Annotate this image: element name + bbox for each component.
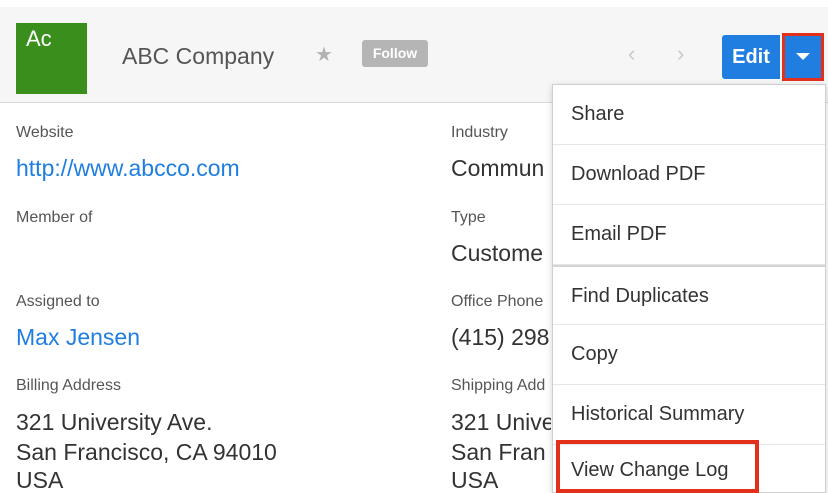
menu-item-copy[interactable]: Copy [553, 325, 825, 385]
caret-down-icon [796, 53, 810, 60]
menu-item-label: Email PDF [571, 223, 667, 245]
menu-item-label: Historical Summary [571, 403, 745, 425]
shipping-address-line: USA [451, 467, 499, 493]
billing-address-line: San Francisco, CA 94010 [16, 439, 277, 465]
actions-dropdown-menu: Share Download PDF Email PDF Find Duplic… [552, 84, 826, 493]
shipping-address-line: San Fran [451, 439, 546, 465]
industry-value: Commun [451, 155, 545, 181]
menu-item-label: Copy [571, 343, 618, 365]
chevron-right-icon[interactable]: › [677, 43, 684, 65]
shipping-address-label: Shipping Add [451, 377, 546, 394]
assigned-user-link[interactable]: Max Jensen [16, 324, 140, 351]
menu-item-download-pdf[interactable]: Download PDF [553, 145, 825, 205]
record-view: Ac ABC Company ★ Follow ‹ › Edit Website… [0, 0, 828, 493]
follow-button[interactable]: Follow [362, 40, 428, 67]
avatar: Ac [16, 23, 87, 94]
billing-address-line: USA [16, 467, 64, 493]
menu-item-label: Share [571, 103, 625, 125]
menu-item-historical-summary[interactable]: Historical Summary [553, 385, 825, 445]
actions-dropdown-button[interactable] [782, 33, 824, 81]
menu-item-share[interactable]: Share [553, 85, 825, 145]
office-phone-label: Office Phone [451, 293, 544, 310]
assigned-to-label: Assigned to [16, 293, 100, 310]
website-link[interactable]: http://www.abcco.com [16, 155, 240, 182]
billing-address-line: 321 University Ave. [16, 409, 213, 435]
menu-item-label: Download PDF [571, 163, 706, 185]
website-label: Website [16, 124, 74, 141]
chevron-left-icon[interactable]: ‹ [628, 43, 635, 65]
type-value: Custome [451, 240, 544, 266]
edit-button[interactable]: Edit [722, 35, 780, 79]
industry-label: Industry [451, 124, 508, 141]
highlight-box [556, 440, 759, 493]
shipping-address-line: 321 Unive [451, 409, 551, 435]
record-title: ABC Company [122, 43, 275, 69]
menu-item-label: Find Duplicates [571, 285, 709, 307]
star-icon[interactable]: ★ [315, 45, 333, 65]
billing-address-label: Billing Address [16, 377, 121, 394]
menu-item-find-duplicates[interactable]: Find Duplicates [553, 265, 825, 325]
type-label: Type [451, 209, 486, 226]
menu-item-email-pdf[interactable]: Email PDF [553, 205, 825, 265]
member-of-label: Member of [16, 209, 93, 226]
office-phone-value[interactable]: (415) 298 [451, 324, 551, 351]
